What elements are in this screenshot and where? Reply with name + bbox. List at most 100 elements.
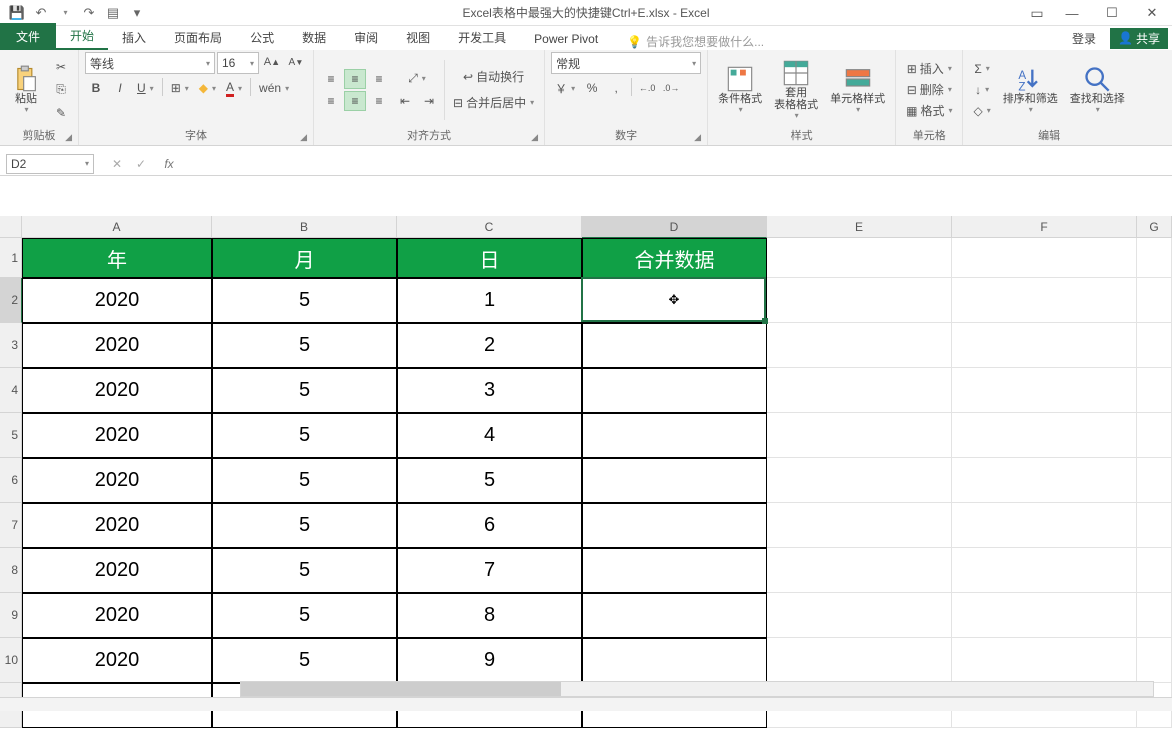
cancel-formula-button[interactable]: ✕ [106, 154, 128, 174]
font-size-combo[interactable]: 16▾ [217, 52, 259, 74]
cell-E2[interactable] [767, 278, 952, 323]
cell-A9[interactable]: 2020 [22, 593, 212, 638]
worksheet-grid[interactable]: ABCDEFG 1234567891011 年月日合并数据20205120205… [0, 216, 1172, 737]
tab-view[interactable]: 视图 [392, 25, 444, 50]
bold-button[interactable]: B [85, 78, 107, 98]
cell-D9[interactable] [582, 593, 767, 638]
cell-B5[interactable]: 5 [212, 413, 397, 458]
row-header-2[interactable]: 2 [0, 278, 22, 323]
number-format-combo[interactable]: 常规▾ [551, 52, 701, 74]
select-all-corner[interactable] [0, 216, 22, 238]
cell-A1[interactable]: 年 [22, 238, 212, 278]
wrap-text-button[interactable]: ↩ 自动换行 [449, 67, 538, 87]
cell-A4[interactable]: 2020 [22, 368, 212, 413]
cell-A2[interactable]: 2020 [22, 278, 212, 323]
row-header-6[interactable]: 6 [0, 458, 22, 503]
cell-F6[interactable] [952, 458, 1137, 503]
cell-styles-button[interactable]: 单元格样式▾ [826, 63, 889, 116]
percent-button[interactable]: % [581, 78, 603, 98]
tab-review[interactable]: 审阅 [340, 25, 392, 50]
cell-G6[interactable] [1137, 458, 1172, 503]
cell-G4[interactable] [1137, 368, 1172, 413]
font-name-combo[interactable]: 等线▾ [85, 52, 215, 74]
cell-D1[interactable]: 合并数据 [582, 238, 767, 278]
orientation-button[interactable]: ⤢▾ [394, 68, 440, 88]
qat-new-button[interactable]: ▤ [102, 2, 124, 24]
clipboard-launcher[interactable]: ◢ [65, 132, 72, 143]
col-header-F[interactable]: F [952, 216, 1137, 238]
cell-G8[interactable] [1137, 548, 1172, 593]
cell-G1[interactable] [1137, 238, 1172, 278]
number-launcher[interactable]: ◢ [694, 132, 701, 143]
align-bottom-button[interactable]: ≡ [368, 69, 390, 89]
cell-D3[interactable] [582, 323, 767, 368]
tab-formulas[interactable]: 公式 [236, 25, 288, 50]
row-header-9[interactable]: 9 [0, 593, 22, 638]
align-top-button[interactable]: ≡ [320, 69, 342, 89]
cell-A8[interactable]: 2020 [22, 548, 212, 593]
maximize-button[interactable]: ☐ [1092, 0, 1132, 26]
row-header-4[interactable]: 4 [0, 368, 22, 413]
cell-G7[interactable] [1137, 503, 1172, 548]
cell-C8[interactable]: 7 [397, 548, 582, 593]
cell-B10[interactable]: 5 [212, 638, 397, 683]
tell-me-search[interactable]: 💡 告诉我您想要做什么... [627, 33, 764, 50]
cell-B2[interactable]: 5 [212, 278, 397, 323]
cell-E6[interactable] [767, 458, 952, 503]
cell-F4[interactable] [952, 368, 1137, 413]
qat-redo-button[interactable]: ↷ [78, 2, 100, 24]
col-header-A[interactable]: A [22, 216, 212, 238]
cell-C1[interactable]: 日 [397, 238, 582, 278]
cell-D7[interactable] [582, 503, 767, 548]
row-header-7[interactable]: 7 [0, 503, 22, 548]
col-header-D[interactable]: D [582, 216, 767, 238]
cell-G10[interactable] [1137, 638, 1172, 683]
insert-function-button[interactable]: fx [158, 154, 180, 174]
autosum-button[interactable]: Σ▾ [969, 59, 994, 79]
cell-E3[interactable] [767, 323, 952, 368]
row-header-5[interactable]: 5 [0, 413, 22, 458]
cell-C5[interactable]: 4 [397, 413, 582, 458]
cell-C10[interactable]: 9 [397, 638, 582, 683]
cell-E4[interactable] [767, 368, 952, 413]
cell-A6[interactable]: 2020 [22, 458, 212, 503]
row-header-3[interactable]: 3 [0, 323, 22, 368]
qat-save-button[interactable]: 💾 [6, 2, 28, 24]
format-cells-button[interactable]: ▦格式▾ [902, 101, 956, 121]
close-button[interactable]: ✕ [1132, 0, 1172, 26]
cell-G5[interactable] [1137, 413, 1172, 458]
row-header-1[interactable]: 1 [0, 238, 22, 278]
col-header-E[interactable]: E [767, 216, 952, 238]
share-button[interactable]: 👤 共享 [1110, 28, 1168, 49]
align-right-button[interactable]: ≡ [368, 91, 390, 111]
cell-G9[interactable] [1137, 593, 1172, 638]
clear-button[interactable]: ◇▾ [969, 101, 994, 121]
cell-D8[interactable] [582, 548, 767, 593]
paste-button[interactable]: 粘贴 ▾ [6, 63, 46, 116]
qat-undo-button[interactable]: ↶ [30, 2, 52, 24]
cell-F2[interactable] [952, 278, 1137, 323]
cell-F10[interactable] [952, 638, 1137, 683]
increase-decimal-button[interactable]: ←.0 [636, 78, 658, 98]
row-header-10[interactable]: 10 [0, 638, 22, 683]
cell-D2[interactable] [582, 278, 767, 323]
row-header-8[interactable]: 8 [0, 548, 22, 593]
find-select-button[interactable]: 查找和选择▾ [1066, 63, 1129, 116]
cell-C3[interactable]: 2 [397, 323, 582, 368]
cell-C7[interactable]: 6 [397, 503, 582, 548]
cell-F5[interactable] [952, 413, 1137, 458]
underline-button[interactable]: U▾ [133, 78, 158, 98]
formula-bar-input[interactable] [186, 154, 1172, 174]
qat-customize-button[interactable]: ▾ [126, 2, 148, 24]
fill-button[interactable]: ↓▾ [969, 80, 994, 100]
font-color-button[interactable]: A▾ [222, 78, 246, 98]
cell-D10[interactable] [582, 638, 767, 683]
conditional-formatting-button[interactable]: 条件格式▾ [714, 63, 766, 116]
align-center-button[interactable]: ≡ [344, 91, 366, 111]
tab-file[interactable]: 文件 [0, 23, 56, 50]
minimize-button[interactable]: — [1052, 0, 1092, 26]
tab-home[interactable]: 开始 [56, 23, 108, 50]
cell-D6[interactable] [582, 458, 767, 503]
comma-style-button[interactable]: , [605, 78, 627, 98]
tab-insert[interactable]: 插入 [108, 25, 160, 50]
